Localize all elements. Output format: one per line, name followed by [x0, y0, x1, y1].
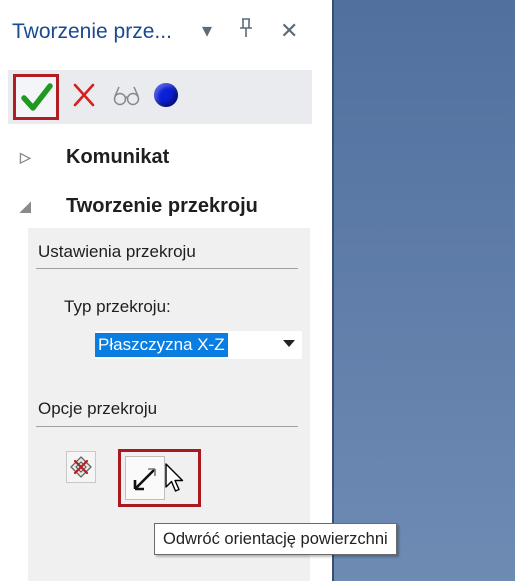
- options-group-title: Opcje przekroju: [38, 399, 158, 418]
- divider: [36, 426, 298, 427]
- panel-title: Tworzenie prze...: [12, 20, 172, 43]
- checkmark-icon: [21, 83, 53, 111]
- ok-button[interactable]: [13, 74, 59, 120]
- typ-przekroju-label: Typ przekroju:: [64, 297, 171, 316]
- cancel-x-icon: [73, 83, 95, 107]
- mouse-cursor-icon: [165, 463, 184, 492]
- preview-button[interactable]: [113, 84, 141, 113]
- pin-icon[interactable]: [239, 18, 253, 44]
- section-plane-button[interactable]: [66, 451, 96, 483]
- flip-orientation-button[interactable]: [118, 449, 201, 507]
- property-panel: Tworzenie prze... ▾ ✕ ▷ Komunikat ◢ Twor…: [0, 0, 397, 581]
- cancel-button[interactable]: [72, 82, 96, 113]
- close-icon[interactable]: ✕: [280, 18, 298, 44]
- section-tworzenie-przekroju[interactable]: ◢ Tworzenie przekroju: [20, 195, 320, 225]
- flip-orientation-button-face: [125, 456, 165, 500]
- flip-orientation-icon: [133, 468, 156, 491]
- dropdown-arrow-icon[interactable]: ▾: [202, 18, 212, 43]
- tooltip: Odwróć orientację powierzchni: [154, 523, 397, 555]
- blue-circle-icon[interactable]: [154, 83, 178, 107]
- collapsed-triangle-icon: ▷: [20, 149, 31, 165]
- section-plane-icon: [70, 456, 92, 478]
- panel-titlebar: Tworzenie prze... ▾ ✕: [0, 0, 330, 66]
- section-label: Tworzenie przekroju: [66, 195, 258, 217]
- divider: [36, 268, 298, 269]
- preview-glasses-icon: [113, 86, 140, 106]
- action-toolbar: [8, 70, 312, 124]
- expanded-triangle-icon: ◢: [20, 198, 31, 214]
- typ-przekroju-select[interactable]: Płaszczyzna X-Z: [95, 331, 302, 359]
- chevron-down-icon: [283, 340, 295, 347]
- section-komunikat[interactable]: ▷ Komunikat: [20, 146, 300, 176]
- section-label: Komunikat: [66, 146, 170, 168]
- settings-group-title: Ustawienia przekroju: [38, 242, 196, 261]
- select-value: Płaszczyzna X-Z: [95, 333, 228, 357]
- 3d-viewport[interactable]: [332, 0, 515, 581]
